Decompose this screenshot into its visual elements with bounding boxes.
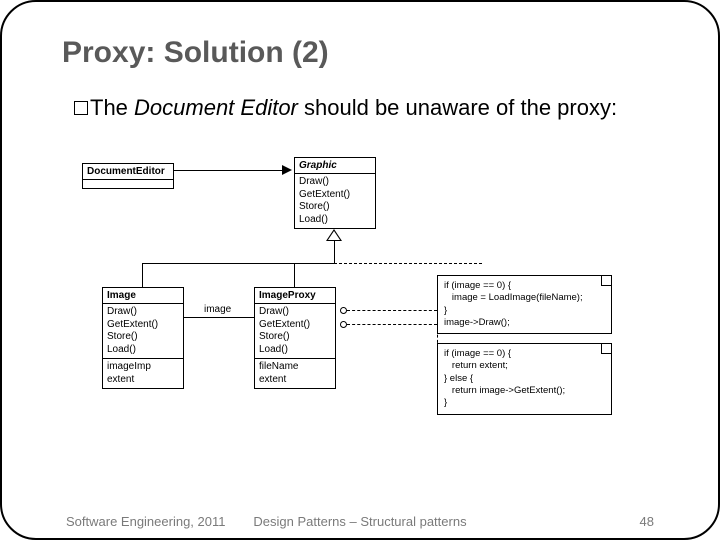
uml-op: Store() [107, 331, 179, 344]
uml-ops: Draw() GetExtent() Store() Load() [295, 174, 375, 228]
uml-op: GetExtent() [299, 189, 371, 202]
uml-line [334, 241, 335, 263]
uml-note-getextent: if (image == 0) { return extent; } else … [437, 343, 612, 415]
uml-line [294, 263, 295, 287]
uml-class-graphic: Graphic Draw() GetExtent() Store() Load(… [294, 157, 376, 229]
note-connector-icon [340, 321, 347, 328]
note-line: return extent; [444, 360, 605, 372]
note-fold-icon [601, 344, 611, 354]
footer-right: 48 [640, 514, 654, 529]
uml-association-label: image [204, 304, 231, 315]
uml-class-name: Image [103, 288, 183, 304]
note-line: return image->GetExtent(); [444, 385, 605, 397]
uml-attrs: fileName extent [255, 359, 335, 388]
uml-op: Load() [259, 344, 331, 357]
slide: Proxy: Solution (2) The Document Editor … [0, 0, 720, 540]
body-text: The Document Editor should be unaware of… [74, 94, 644, 122]
uml-association-line [184, 317, 254, 318]
uml-class-name: ImageProxy [255, 288, 335, 304]
note-line: if (image == 0) { [444, 348, 605, 360]
note-line: image->Draw(); [444, 317, 605, 329]
uml-op: Store() [259, 331, 331, 344]
uml-line [142, 263, 334, 264]
note-fold-icon [601, 276, 611, 286]
uml-generalization-icon [326, 229, 342, 241]
slide-title: Proxy: Solution (2) [62, 36, 329, 70]
note-line: if (image == 0) { [444, 280, 605, 292]
uml-op: Draw() [107, 306, 179, 319]
body-post: should be unaware of the proxy: [298, 95, 617, 120]
uml-class-documenteditor: DocumentEditor [82, 163, 174, 189]
uml-dashed-line [347, 324, 437, 325]
uml-association-line [174, 170, 284, 171]
uml-op: Store() [299, 201, 371, 214]
uml-dashed-line [334, 263, 482, 264]
uml-op: Load() [107, 344, 179, 357]
uml-diagram: DocumentEditor Graphic Draw() GetExtent(… [82, 157, 642, 437]
note-line: } else { [444, 373, 605, 385]
uml-ops: Draw() GetExtent() Store() Load() [103, 304, 183, 359]
uml-dashed-line [347, 310, 437, 311]
uml-class-image: Image Draw() GetExtent() Store() Load() … [102, 287, 184, 389]
uml-class-name: DocumentEditor [83, 164, 173, 180]
bullet-square-icon [74, 101, 88, 115]
uml-op: Draw() [259, 306, 331, 319]
uml-attr: extent [107, 374, 179, 387]
body-pre: The [90, 95, 134, 120]
uml-class-name: Graphic [295, 158, 375, 174]
note-connector-icon [340, 307, 347, 314]
uml-class-imageproxy: ImageProxy Draw() GetExtent() Store() Lo… [254, 287, 336, 389]
uml-op: Draw() [299, 176, 371, 189]
uml-note-draw: if (image == 0) { image = LoadImage(file… [437, 275, 612, 334]
uml-op: GetExtent() [259, 319, 331, 332]
uml-attr: imageImp [107, 361, 179, 374]
uml-attrs: imageImp extent [103, 359, 183, 388]
arrowhead-icon [282, 165, 292, 175]
note-line: } [444, 305, 605, 317]
uml-empty-section [83, 180, 173, 188]
note-line: image = LoadImage(fileName); [444, 292, 605, 304]
uml-attr: extent [259, 374, 331, 387]
uml-line [142, 263, 143, 287]
body-italic: Document Editor [134, 95, 298, 120]
uml-op: Load() [299, 214, 371, 227]
uml-attr: fileName [259, 361, 331, 374]
uml-ops: Draw() GetExtent() Store() Load() [255, 304, 335, 359]
note-line: } [444, 397, 605, 409]
footer-center: Design Patterns – Structural patterns [2, 514, 718, 529]
uml-op: GetExtent() [107, 319, 179, 332]
